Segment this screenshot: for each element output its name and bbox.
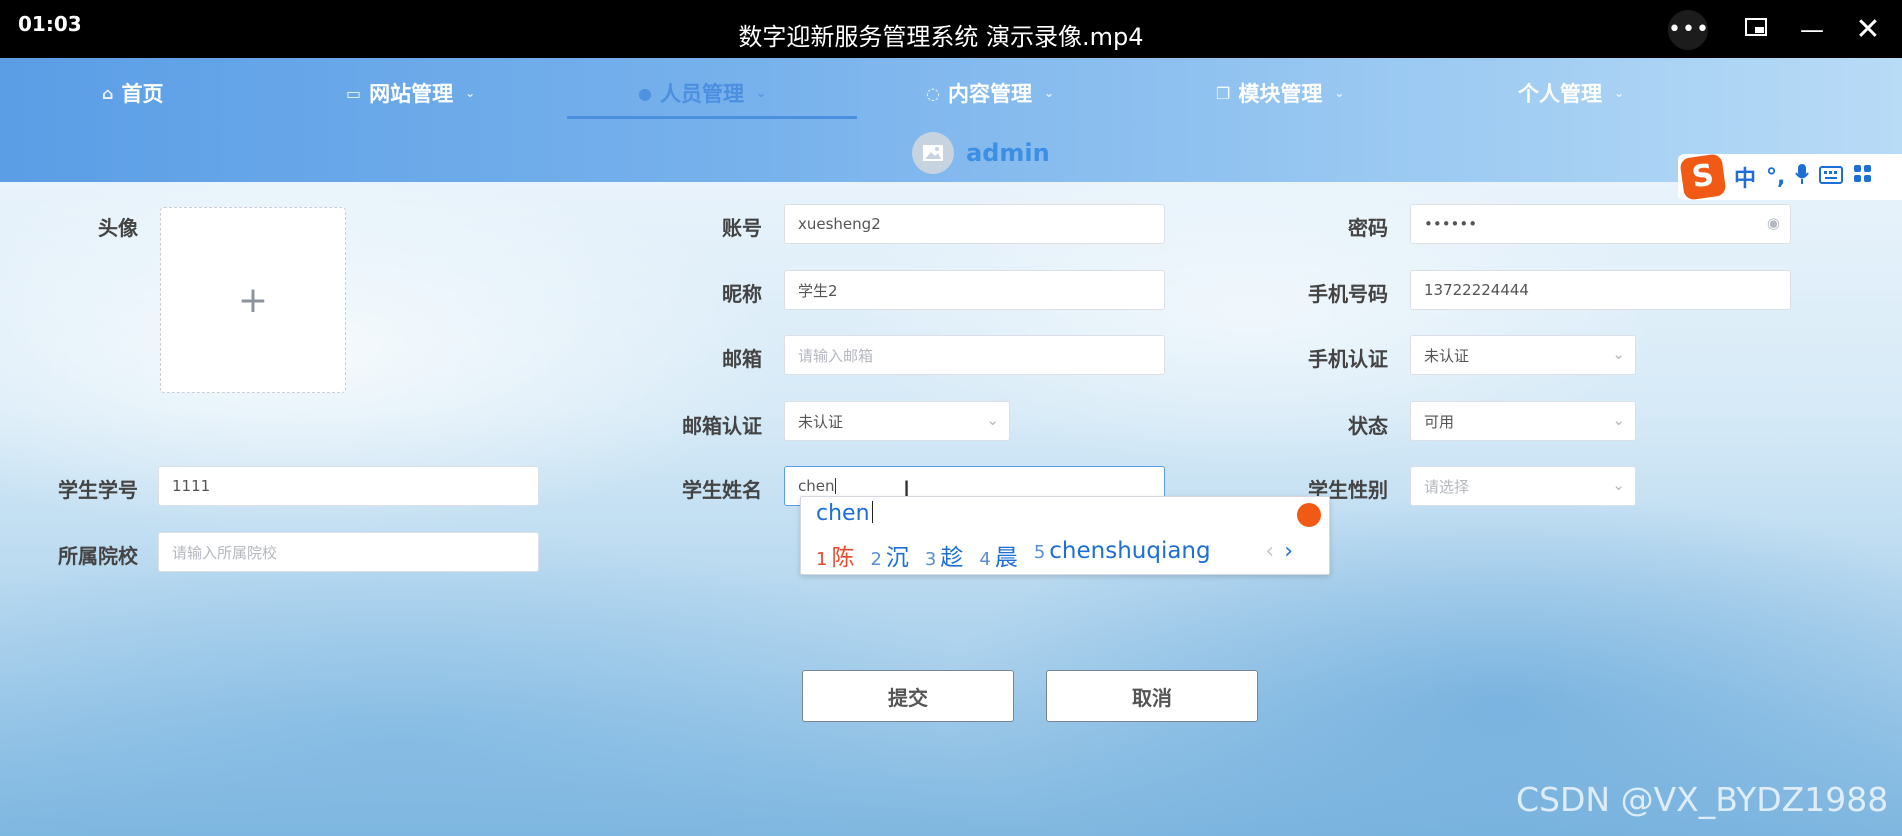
nav-item-label: 首页: [121, 82, 164, 106]
phone-input[interactable]: 13722224444: [1410, 270, 1791, 310]
phone-verify-select[interactable]: 未认证 ⌄: [1410, 335, 1636, 375]
more-dots-icon[interactable]: •••: [1668, 10, 1709, 50]
chevron-down-icon: ⌄: [1612, 476, 1625, 494]
phone-label: 手机号码: [1308, 282, 1388, 306]
account-label: 账号: [722, 216, 762, 240]
chevron-down-icon: ⌄: [755, 86, 767, 100]
nav-item-label: 内容管理: [947, 82, 1032, 106]
avatar-uploader[interactable]: +: [160, 207, 346, 393]
nav-item-personal[interactable]: 个人管理 ⌄: [1518, 75, 1624, 111]
video-title-bar: 01:03 数字迎新服务管理系统 演示录像.mp4 ••• — ✕: [0, 0, 1902, 58]
nav-item-label: 网站管理: [369, 82, 454, 106]
account-input[interactable]: xuesheng2: [784, 204, 1165, 244]
phone-verify-value: 未认证: [1424, 346, 1470, 365]
nav-item-home[interactable]: ⌂ 首页: [102, 75, 163, 111]
phone-verify-label: 手机认证: [1308, 347, 1388, 371]
username: admin: [966, 139, 1050, 167]
cancel-button[interactable]: 取消: [1046, 670, 1258, 722]
nav-item-label: 人员管理: [659, 82, 744, 106]
email-label: 邮箱: [722, 347, 762, 371]
eye-icon[interactable]: ◉: [1767, 214, 1780, 232]
nav-item-website[interactable]: ▭ 网站管理 ⌄: [346, 75, 475, 111]
student-name-value: chen: [798, 477, 835, 495]
monitor-icon: ▭: [346, 83, 362, 103]
password-label: 密码: [1348, 216, 1388, 240]
active-tab-indicator: [567, 116, 857, 119]
ime-mascot-icon: [1297, 503, 1321, 527]
email-verify-select[interactable]: 未认证 ⌄: [784, 401, 1010, 441]
keyboard-icon[interactable]: [1819, 165, 1844, 190]
text-caret: [834, 478, 836, 494]
message-icon: ◌: [926, 83, 940, 103]
status-select[interactable]: 可用 ⌄: [1410, 401, 1636, 441]
ime-candidate[interactable]: 3趁: [925, 538, 963, 572]
nav-item-label: 模块管理: [1238, 82, 1323, 106]
ime-candidate[interactable]: 1陈: [816, 538, 854, 572]
school-label: 所属院校: [58, 544, 138, 568]
gender-placeholder: 请选择: [1424, 477, 1470, 496]
user-menu[interactable]: admin: [912, 132, 1050, 174]
ime-candidate[interactable]: 4晨: [979, 538, 1017, 572]
avatar: [912, 132, 954, 174]
chevron-down-icon: ⌄: [1612, 411, 1625, 429]
sogou-logo: S: [1679, 153, 1727, 201]
top-nav: ⌂ 首页 ▭ 网站管理 ⌄ ● 人员管理 ⌄ ◌ 内容管理 ⌄ ❐ 模块管理 ⌄…: [0, 58, 1902, 182]
copy-icon: ❐: [1216, 83, 1231, 103]
password-value: ••••••: [1424, 215, 1478, 233]
ime-pager: ‹ ›: [1265, 539, 1293, 564]
ime-prev-button[interactable]: ‹: [1265, 539, 1274, 564]
email-input[interactable]: 请输入邮箱: [784, 335, 1165, 375]
user-icon: ●: [638, 83, 652, 103]
video-title: 数字迎新服务管理系统 演示录像.mp4: [738, 23, 1144, 51]
microphone-icon[interactable]: [1795, 163, 1810, 191]
email-verify-label: 邮箱认证: [682, 414, 762, 438]
student-no-label: 学生学号: [58, 478, 138, 502]
chevron-down-icon: ⌄: [1334, 86, 1345, 100]
chevron-down-icon: ⌄: [1612, 345, 1625, 363]
close-icon[interactable]: ✕: [1848, 10, 1888, 50]
submit-button[interactable]: 提交: [802, 670, 1014, 722]
school-input[interactable]: 请输入所属院校: [158, 532, 539, 572]
chevron-down-icon: ⌄: [1614, 86, 1625, 100]
email-verify-value: 未认证: [798, 412, 844, 431]
chevron-down-icon: ⌄: [1043, 86, 1055, 100]
minimize-icon[interactable]: —: [1792, 10, 1832, 50]
chevron-down-icon: ⌄: [986, 411, 999, 429]
ime-composition: chen: [816, 501, 873, 526]
ime-candidates: 1陈 2沉 3趁 4晨 5 chenshuqiang: [816, 538, 1211, 572]
nav-item-personnel[interactable]: ● 人员管理 ⌄: [638, 75, 766, 111]
ime-punct-toggle[interactable]: °,: [1766, 165, 1785, 190]
picture-in-picture-icon[interactable]: [1736, 10, 1776, 50]
home-icon: ⌂: [102, 83, 114, 103]
password-input[interactable]: •••••• ◉: [1410, 204, 1791, 244]
chevron-down-icon: ⌄: [465, 86, 476, 100]
nickname-input[interactable]: 学生2: [784, 270, 1165, 310]
apps-icon[interactable]: [1853, 164, 1873, 190]
ime-candidate[interactable]: 5 chenshuqiang: [1034, 538, 1211, 572]
ime-toolbar[interactable]: S 中 °,: [1678, 153, 1902, 201]
status-value: 可用: [1424, 412, 1455, 431]
gender-select[interactable]: 请选择 ⌄: [1410, 466, 1636, 506]
status-label: 状态: [1348, 414, 1388, 438]
ime-mode-toggle[interactable]: 中: [1734, 161, 1756, 193]
nav-item-module[interactable]: ❐ 模块管理 ⌄: [1216, 75, 1344, 111]
ime-next-button[interactable]: ›: [1284, 539, 1293, 564]
watermark: CSDN @VX_BYDZ1988: [1516, 780, 1889, 819]
avatar-label: 头像: [98, 216, 138, 240]
ime-candidate-popup[interactable]: chen 1陈 2沉 3趁 4晨 5 chenshuqiang ‹ ›: [800, 496, 1330, 575]
ime-candidate[interactable]: 2沉: [870, 538, 908, 572]
nav-item-label: 个人管理: [1518, 82, 1602, 106]
nav-item-content[interactable]: ◌ 内容管理 ⌄: [926, 75, 1054, 111]
nickname-label: 昵称: [722, 282, 762, 306]
student-name-label: 学生姓名: [682, 478, 762, 502]
student-no-input[interactable]: 1111: [158, 466, 539, 506]
